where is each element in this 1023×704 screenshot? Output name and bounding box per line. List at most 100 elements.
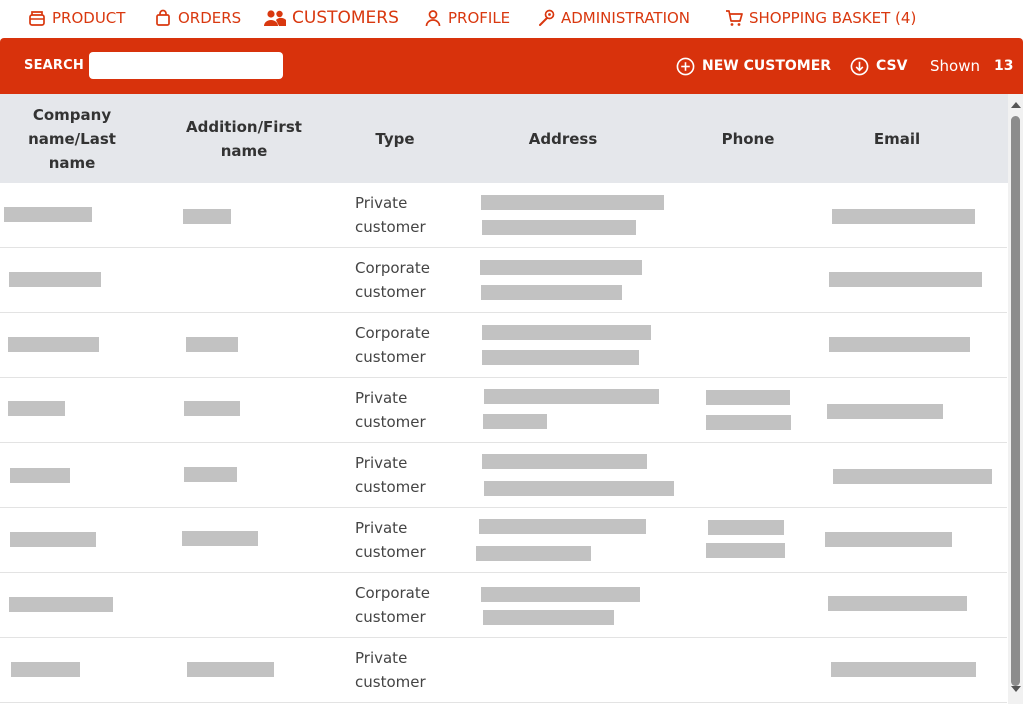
redacted-email [827,404,943,419]
column-header-company[interactable]: Company name/Last name [22,94,122,183]
type-cell: Private customer [355,386,465,434]
column-header-type[interactable]: Type [360,94,430,183]
type-line: customer [355,478,426,496]
type-cell: Private customer [355,516,465,564]
nav-item-label: PROFILE [448,9,511,27]
nav-item-administration[interactable]: ADMINISTRATION [537,0,690,36]
table-row[interactable]: Private customer [0,638,1007,703]
nav-item-shopping-basket[interactable]: SHOPPING BASKET (4) [725,0,916,36]
redacted-address-line2 [481,285,622,300]
vertical-scrollbar[interactable] [1008,94,1023,704]
type-line: Corporate [355,259,430,277]
cart-icon [726,10,743,26]
type-line: customer [355,348,426,366]
redacted-address-line2 [484,481,674,496]
type-line: Private [355,649,408,667]
redacted-first-name [183,209,231,224]
csv-export-button[interactable]: CSV [850,38,907,94]
redacted-address-line1 [479,519,646,534]
box-icon [29,11,45,26]
table-row[interactable]: Corporate customer [0,248,1007,313]
type-cell: Private customer [355,451,465,499]
table-header: Company name/Last name Addition/First na… [0,94,1008,183]
type-line: customer [355,543,426,561]
type-line: customer [355,283,426,301]
shown-label: Shown [930,57,980,75]
redacted-email [829,337,970,352]
redacted-email [831,662,976,677]
new-customer-button[interactable]: NEW CUSTOMER [676,38,831,94]
table-row[interactable]: Private customer [0,378,1007,443]
redacted-company-name [8,337,99,352]
redacted-address-line1 [482,325,651,340]
type-line: Private [355,194,408,212]
column-header-email[interactable]: Email [850,94,944,183]
nav-item-label: ADMINISTRATION [561,9,691,27]
nav-item-label: ORDERS [178,9,242,27]
redacted-address-line2 [483,610,614,625]
redacted-company-name [9,272,101,287]
redacted-first-name [186,337,238,352]
table-row[interactable]: Corporate customer [0,573,1007,638]
shown-count: 13 [993,58,1014,74]
scroll-down-arrow-icon[interactable] [1011,686,1021,692]
redacted-email [829,272,982,287]
redacted-address-line2 [476,546,591,561]
redacted-address-line1 [480,260,642,275]
redacted-company-name [9,597,113,612]
column-header-phone[interactable]: Phone [700,94,796,183]
type-line: Corporate [355,324,430,342]
scrollbar-thumb[interactable] [1011,116,1020,686]
table-row[interactable]: Corporate customer [0,313,1007,378]
redacted-email [828,596,967,611]
customer-toolbar: SEARCH NEW CUSTOMER CSV Shown 13 [0,38,1023,94]
search-input[interactable] [89,52,283,79]
nav-item-orders[interactable]: ORDERS [154,0,241,36]
nav-item-product[interactable]: PRODUCT [28,0,125,36]
type-cell: Corporate customer [355,321,465,369]
wrench-icon [539,9,555,26]
redacted-phone-line2 [706,415,791,430]
redacted-address-line1 [481,195,664,210]
type-cell: Private customer [355,646,465,694]
redacted-first-name [182,531,258,546]
type-line: customer [355,673,426,691]
type-line: Private [355,454,408,472]
customer-table: Company name/Last name Addition/First na… [0,94,1008,704]
redacted-address-line2 [482,350,639,365]
nav-item-customers[interactable]: CUSTOMERS [264,0,399,36]
type-cell: Private customer [355,191,465,239]
redacted-address-line1 [484,389,659,404]
redacted-address-line1 [482,454,647,469]
redacted-address-line2 [483,414,547,429]
redacted-company-name [4,207,92,222]
nav-item-label: SHOPPING BASKET (4) [749,9,917,27]
scroll-up-arrow-icon[interactable] [1011,102,1021,108]
redacted-address-line2 [482,220,636,235]
redacted-email [832,209,975,224]
type-line: customer [355,218,426,236]
user-icon [425,10,441,27]
column-header-address[interactable]: Address [510,94,616,183]
new-customer-label: NEW CUSTOMER [702,58,832,74]
nav-item-label: CUSTOMERS [292,8,399,28]
type-line: customer [355,608,426,626]
redacted-company-name [10,468,70,483]
redacted-company-name [11,662,80,677]
bag-icon [156,9,170,26]
download-circle-icon [850,57,869,75]
type-line: Corporate [355,584,430,602]
top-navigation: PRODUCT ORDERS CUSTOMERS PROFILE ADMINIS… [0,0,1023,38]
table-row[interactable]: Private customer [0,508,1007,573]
nav-item-profile[interactable]: PROFILE [424,0,510,36]
nav-item-label: PRODUCT [52,9,126,27]
redacted-email [833,469,992,484]
plus-circle-icon [676,57,695,75]
column-header-first-name[interactable]: Addition/First name [180,94,308,183]
csv-label: CSV [876,58,908,74]
table-row[interactable]: Private customer [0,443,1007,508]
type-line: Private [355,389,408,407]
redacted-company-name [10,532,96,547]
table-row[interactable]: Private customer [0,183,1007,248]
redacted-phone-line2 [706,543,785,558]
